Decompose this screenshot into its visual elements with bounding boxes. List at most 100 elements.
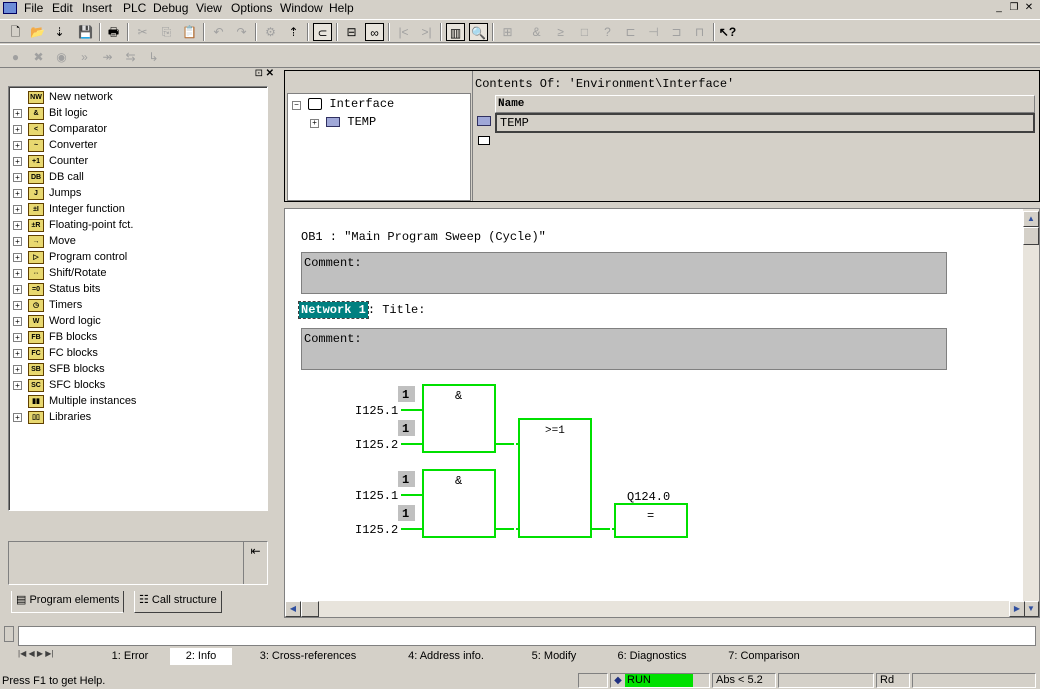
- menu-edit[interactable]: Edit: [52, 1, 73, 15]
- expand-icon[interactable]: +: [13, 332, 22, 342]
- print-icon[interactable]: 🖶: [104, 23, 123, 41]
- step-into-icon[interactable]: ⇆: [121, 48, 140, 66]
- scroll-up-icon[interactable]: ▲: [1023, 211, 1039, 227]
- new-network-tb-icon[interactable]: ⊞: [498, 23, 517, 41]
- tree-item-jumps[interactable]: + J Jumps: [13, 185, 81, 201]
- code-horizontal-scrollbar[interactable]: ◀ ▶: [285, 601, 1025, 617]
- expand-icon[interactable]: +: [13, 380, 22, 390]
- expand-icon[interactable]: +: [13, 156, 22, 166]
- and1-input2[interactable]: I125.2: [355, 438, 398, 452]
- expand-icon[interactable]: +: [13, 316, 22, 326]
- save-icon[interactable]: 💾: [76, 23, 95, 41]
- tree-item-multiple-instances[interactable]: ▮▮ Multiple instances: [13, 393, 136, 409]
- assign-operand[interactable]: Q124.0: [627, 490, 670, 504]
- expand-icon[interactable]: +: [310, 119, 319, 128]
- tree-item-libraries[interactable]: + ▯▯ Libraries: [13, 409, 91, 425]
- tree-item-move[interactable]: + → Move: [13, 233, 76, 249]
- scroll-left-icon[interactable]: ◀: [285, 601, 301, 617]
- contents-row-temp[interactable]: TEMP: [495, 113, 1035, 133]
- expand-icon[interactable]: +: [13, 300, 22, 310]
- expand-icon[interactable]: +: [13, 140, 22, 150]
- binary-input-icon[interactable]: ⊣: [644, 23, 663, 41]
- network-label[interactable]: Network 1: [298, 301, 369, 319]
- tree-item-new-network[interactable]: NW New network: [13, 89, 113, 105]
- cut-icon[interactable]: ✂: [133, 23, 152, 41]
- tree-item-program-control[interactable]: + ▷ Program control: [13, 249, 127, 265]
- branch-close-icon[interactable]: ⊓: [690, 23, 709, 41]
- tab-address-info[interactable]: 4: Address info.: [386, 648, 506, 665]
- tree-item-comparator[interactable]: + < Comparator: [13, 121, 107, 137]
- and-box-icon[interactable]: &: [527, 23, 546, 41]
- minimize-icon[interactable]: _: [992, 1, 1006, 15]
- last-tab-icon[interactable]: ▶|: [45, 649, 53, 658]
- network-comment[interactable]: Comment:: [301, 328, 947, 370]
- breakpoint-icon[interactable]: ●: [6, 48, 25, 66]
- tree-item-bit-logic[interactable]: + & Bit logic: [13, 105, 88, 121]
- close-icon[interactable]: ✕: [1022, 1, 1036, 15]
- tab-call-structure[interactable]: ☷ Call structure: [134, 591, 222, 613]
- expand-icon[interactable]: +: [13, 188, 22, 198]
- clear-breakpoint-icon[interactable]: ✖: [29, 48, 48, 66]
- tree-node-temp[interactable]: + TEMP: [310, 115, 376, 129]
- copy-icon[interactable]: ⎘: [157, 23, 176, 41]
- expand-icon[interactable]: +: [13, 268, 22, 278]
- and2-input1[interactable]: I125.1: [355, 489, 398, 503]
- restore-icon[interactable]: ❐: [1007, 1, 1021, 15]
- output-area[interactable]: [18, 626, 1036, 646]
- column-header-name[interactable]: Name: [495, 95, 1035, 113]
- expand-icon[interactable]: +: [13, 364, 22, 374]
- next-tab-icon[interactable]: ▶: [37, 649, 43, 658]
- or-box-icon[interactable]: ≥: [551, 23, 570, 41]
- expand-icon[interactable]: +: [13, 108, 22, 118]
- download-icon[interactable]: ⇣: [50, 23, 69, 41]
- breakpoint-active-icon[interactable]: ◉: [52, 48, 71, 66]
- expand-icon[interactable]: +: [13, 348, 22, 358]
- app-icon[interactable]: [3, 2, 17, 14]
- block-comment[interactable]: Comment:: [301, 252, 947, 294]
- menu-options[interactable]: Options: [231, 1, 272, 15]
- horizontal-scroll-thumb[interactable]: [301, 601, 319, 617]
- tab-info[interactable]: 2: Info: [170, 648, 232, 665]
- help-pointer-icon[interactable]: ↖?: [718, 23, 737, 41]
- tree-item-fb-blocks[interactable]: + FB FB blocks: [13, 329, 97, 345]
- network-title[interactable]: : Title:: [368, 303, 426, 317]
- and2-input2[interactable]: I125.2: [355, 523, 398, 537]
- compile-icon[interactable]: ⚙: [261, 23, 280, 41]
- redo-icon[interactable]: ↷: [232, 23, 251, 41]
- tree-item-shift-rotate[interactable]: + ⇔ Shift/Rotate: [13, 265, 106, 281]
- step-icon[interactable]: ↠: [98, 48, 117, 66]
- tab-comparison[interactable]: 7: Comparison: [710, 648, 818, 665]
- zoom-icon[interactable]: 🔍: [469, 23, 488, 41]
- insert-element-icon[interactable]: ⇤: [243, 542, 267, 584]
- scroll-right-icon[interactable]: ▶: [1009, 601, 1025, 617]
- tab-program-elements[interactable]: ▤ Program elements: [11, 591, 125, 613]
- expand-icon[interactable]: +: [13, 172, 22, 182]
- next-network-icon[interactable]: >|: [417, 23, 436, 41]
- tree-item-integer-function[interactable]: + ±I Integer function: [13, 201, 125, 217]
- tab-cross-references[interactable]: 3: Cross-references: [240, 648, 376, 665]
- tree-item-status-bits[interactable]: + =0 Status bits: [13, 281, 100, 297]
- output-grip[interactable]: [4, 626, 14, 642]
- upload-icon[interactable]: ⇡: [284, 23, 303, 41]
- tree-item-counter[interactable]: + +1 Counter: [13, 153, 88, 169]
- undo-icon[interactable]: ↶: [209, 23, 228, 41]
- menu-window[interactable]: Window: [280, 1, 323, 15]
- new-row-icon[interactable]: [478, 136, 490, 145]
- unknown-box-icon[interactable]: ?: [598, 23, 617, 41]
- empty-box-icon[interactable]: □: [575, 23, 594, 41]
- paste-icon[interactable]: 📋: [180, 23, 199, 41]
- menu-help[interactable]: Help: [329, 1, 354, 15]
- expand-icon[interactable]: +: [13, 252, 22, 262]
- overview-icon[interactable]: ▥: [446, 23, 465, 41]
- collapse-icon[interactable]: −: [292, 101, 301, 110]
- menu-view[interactable]: View: [196, 1, 222, 15]
- branch-open-icon[interactable]: ⊐: [667, 23, 686, 41]
- tree-item-db-call[interactable]: + DB DB call: [13, 169, 84, 185]
- menu-debug[interactable]: Debug: [153, 1, 188, 15]
- expand-icon[interactable]: +: [13, 204, 22, 214]
- expand-icon[interactable]: +: [13, 284, 22, 294]
- tree-item-timers[interactable]: + ◷ Timers: [13, 297, 82, 313]
- first-tab-icon[interactable]: |◀: [18, 649, 26, 658]
- expand-icon[interactable]: +: [13, 412, 22, 422]
- and1-input1[interactable]: I125.1: [355, 404, 398, 418]
